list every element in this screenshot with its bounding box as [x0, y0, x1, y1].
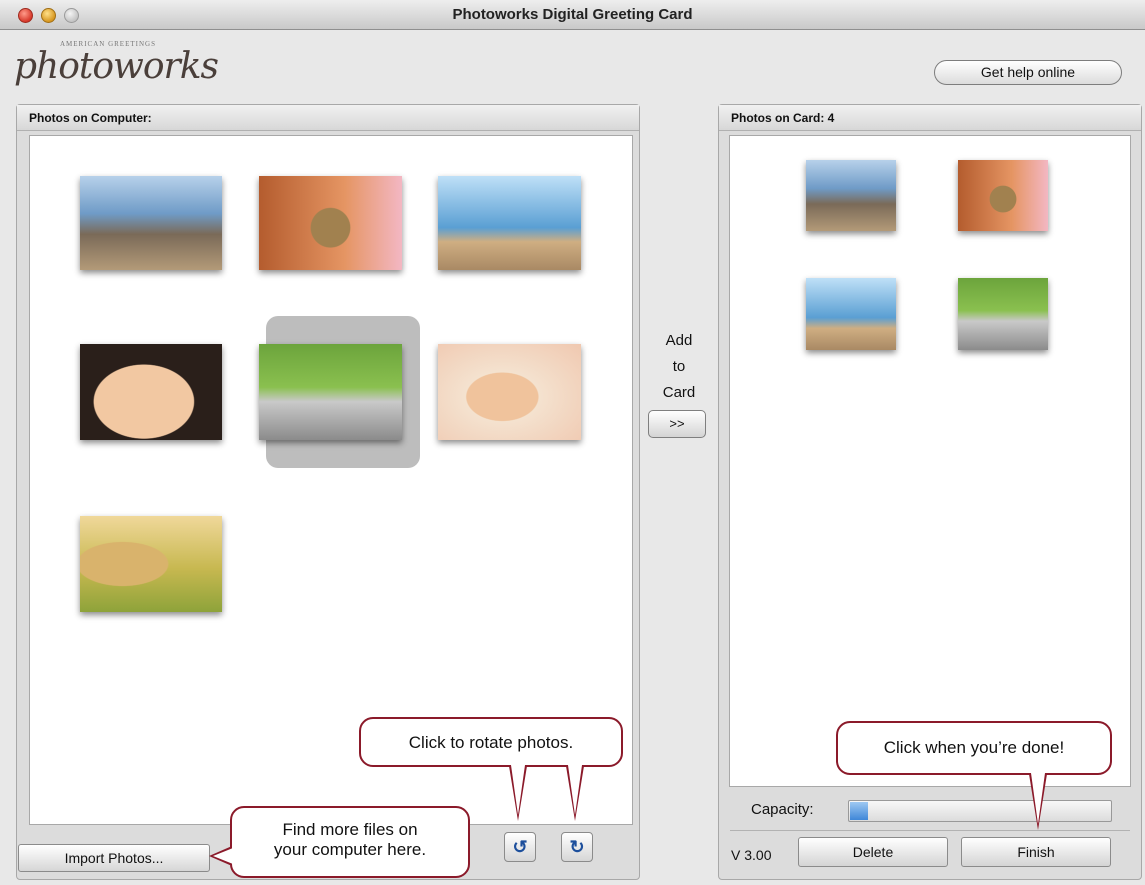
capacity-bar	[848, 800, 1112, 822]
version-label: V 3.00	[731, 847, 772, 863]
import-callout: Find more files on your computer here.	[230, 806, 470, 878]
title-bar: Photoworks Digital Greeting Card	[0, 0, 1145, 30]
card-photos-grid[interactable]	[729, 135, 1131, 787]
photoworks-logo: photoworks	[14, 46, 219, 87]
import-callout-line1: Find more files on	[282, 820, 418, 839]
add-label-line1: Add	[665, 332, 693, 349]
capacity-bar-fill	[850, 802, 868, 820]
import-photos-button[interactable]: Import Photos...	[18, 844, 210, 872]
photos-on-card-title: Photos on Card: 4	[719, 105, 1141, 131]
rotate-left-button[interactable]: ↺	[504, 832, 536, 862]
rotate-callout-pointer-left-fill	[511, 765, 525, 815]
photo-thumb-golden-retriever[interactable]	[80, 176, 222, 270]
bottom-divider	[730, 830, 1130, 831]
photo-thumb-child-tricycle[interactable]	[259, 344, 402, 440]
finish-callout-pointer-fill	[1031, 773, 1045, 824]
rotate-callout: Click to rotate photos.	[359, 717, 623, 767]
window-title: Photoworks Digital Greeting Card	[452, 6, 693, 23]
photo-thumb-kitten[interactable]	[259, 176, 402, 270]
import-callout-line2: your computer here.	[273, 840, 427, 859]
import-callout-pointer-fill	[213, 848, 233, 864]
rotate-right-button[interactable]: ↻	[561, 832, 593, 862]
photo-thumb-child-beach[interactable]	[438, 176, 581, 270]
card-thumb-golden-retriever[interactable]	[806, 160, 896, 231]
photo-thumb-crawling-baby[interactable]	[438, 344, 581, 440]
add-to-card-button[interactable]: >>	[648, 410, 706, 438]
card-thumb-kitten[interactable]	[958, 160, 1048, 231]
photo-thumb-boy-puppy[interactable]	[80, 516, 222, 612]
rotate-right-icon: ↻	[569, 837, 585, 857]
finish-button[interactable]: Finish	[961, 837, 1111, 867]
photos-on-computer-title: Photos on Computer:	[17, 105, 639, 131]
card-thumb-child-beach[interactable]	[806, 278, 896, 350]
get-help-online-button[interactable]: Get help online	[934, 60, 1122, 85]
capacity-label: Capacity:	[751, 801, 814, 818]
rotate-left-icon: ↺	[512, 837, 528, 857]
card-thumb-child-tricycle[interactable]	[958, 278, 1048, 350]
add-label-line3: Card	[662, 384, 696, 401]
finish-callout: Click when you’re done!	[836, 721, 1112, 775]
photo-thumb-laughing-baby[interactable]	[80, 344, 222, 440]
add-label-line2: to	[672, 358, 686, 375]
delete-button[interactable]: Delete	[798, 837, 948, 867]
rotate-callout-pointer-right-fill	[568, 765, 582, 815]
